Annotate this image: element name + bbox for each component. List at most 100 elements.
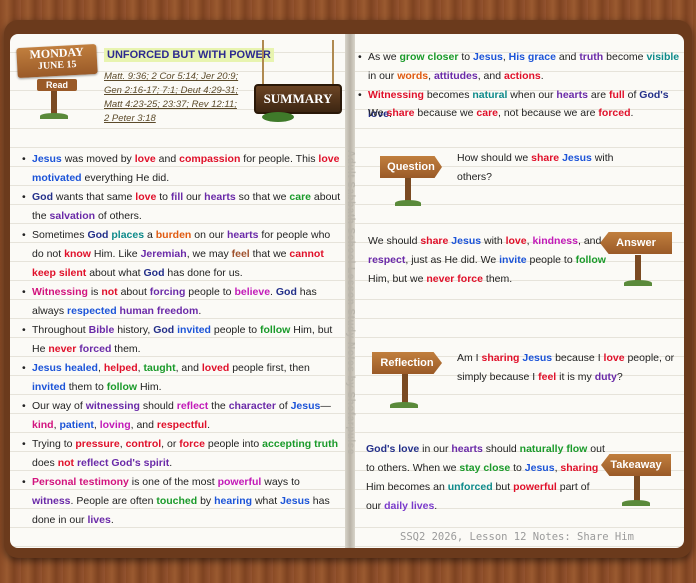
highlighted-word: never force xyxy=(426,273,483,285)
text-run: with xyxy=(481,235,506,247)
highlighted-word: force xyxy=(179,438,205,450)
highlighted-word: motivated xyxy=(32,172,82,184)
text-run: are xyxy=(587,89,609,101)
text-run: , and xyxy=(477,70,504,82)
highlighted-word: accepting truth xyxy=(262,438,339,450)
highlighted-word: feel xyxy=(538,371,557,383)
highlighted-word: human freedom xyxy=(119,305,199,317)
highlighted-word: His grace xyxy=(508,51,556,63)
text-run: . xyxy=(169,457,173,469)
highlighted-word: Jesus xyxy=(32,153,62,165)
text-run: them to xyxy=(65,381,107,393)
text-run: because I xyxy=(552,352,604,364)
reference-line[interactable]: Matt 4:23-25; 23:37; Rev 12:11; xyxy=(104,98,254,112)
answer-text: We should share Jesus with love, kindnes… xyxy=(368,232,608,289)
highlighted-word: Jesus xyxy=(451,235,482,247)
highlighted-word: believe xyxy=(234,286,271,298)
text-run: , and xyxy=(130,419,157,431)
highlighted-word: burden xyxy=(155,229,192,241)
sign-post xyxy=(635,255,641,283)
highlighted-word: God xyxy=(275,286,297,298)
highlighted-word: sharing xyxy=(481,352,520,364)
leaves-icon xyxy=(262,112,294,122)
read-button[interactable]: Read xyxy=(37,79,77,91)
text-run: them. xyxy=(482,273,513,285)
left-notes-list: Jesus was moved by love and compassion f… xyxy=(22,150,344,530)
text-run: Am I xyxy=(457,352,482,364)
text-run: , or xyxy=(161,438,180,450)
highlighted-word: powerful xyxy=(217,476,262,488)
text-run: should xyxy=(482,443,520,455)
highlighted-word: unforced xyxy=(447,481,493,493)
note-item: Jesus was moved by love and compassion f… xyxy=(22,150,344,188)
text-run: Him. xyxy=(137,381,162,393)
highlighted-word: forced xyxy=(79,343,112,355)
text-run: . xyxy=(207,419,211,431)
highlighted-word: helped xyxy=(103,362,138,374)
text-run: everything He did. xyxy=(81,172,170,184)
highlighted-word: touched xyxy=(156,495,198,507)
text-run: about xyxy=(117,286,150,298)
text-run: becomes xyxy=(423,89,473,101)
text-run: . xyxy=(540,70,544,82)
highlighted-word: hearts xyxy=(204,191,236,203)
text-run: . xyxy=(110,514,114,526)
text-run: in our xyxy=(419,443,452,455)
text-run: people to xyxy=(210,324,261,336)
reference-line[interactable]: Matt. 9:36; 2 Cor 5:14; Jer 20:9; xyxy=(104,70,254,84)
highlighted-word: stay close xyxy=(459,462,511,474)
highlighted-word: powerful xyxy=(513,481,557,493)
text-run: our xyxy=(183,191,205,203)
highlighted-word: not xyxy=(101,286,118,298)
highlighted-word: Personal testimony xyxy=(32,476,129,488)
text-run: , and xyxy=(577,235,602,247)
highlighted-word: reflect xyxy=(76,457,109,469)
highlighted-word: loved xyxy=(201,362,230,374)
text-run: that we xyxy=(249,248,290,260)
text-run: in our xyxy=(368,70,398,82)
text-run: history, xyxy=(114,324,154,336)
highlighted-word: reflect xyxy=(176,400,209,412)
text-run: what xyxy=(252,495,281,507)
reference-line[interactable]: 2 Peter 3:18 xyxy=(104,112,254,126)
text-run: , just as He did. We xyxy=(405,254,500,266)
highlighted-word: love xyxy=(318,153,340,165)
highlighted-word: invite xyxy=(499,254,527,266)
highlighted-word: care xyxy=(476,107,498,119)
date-sign: MONDAY JUNE 15 xyxy=(16,43,98,79)
lesson-footer: SSQ2 2026, Lesson 12 Notes: Share Him xyxy=(400,531,634,543)
highlighted-word: forced xyxy=(598,107,631,119)
grass-icon xyxy=(40,113,68,119)
highlighted-word: invited xyxy=(177,324,211,336)
highlighted-word: hearts xyxy=(556,89,588,101)
text-run: wants that same xyxy=(53,191,136,203)
highlighted-word: witnessing xyxy=(85,400,140,412)
sign-post xyxy=(634,475,640,503)
highlighted-word: love xyxy=(134,153,156,165)
rope xyxy=(332,40,334,90)
reference-line[interactable]: Gen 2:16-17; 7:1; Deut 4:29-31; xyxy=(104,84,254,98)
text-run: the xyxy=(208,400,229,412)
text-run: people first, then xyxy=(229,362,310,374)
text-run: We xyxy=(368,107,387,119)
highlighted-word: grow closer xyxy=(399,51,459,63)
highlighted-word: God xyxy=(143,267,165,279)
text-run: ? xyxy=(616,371,623,383)
text-run: should xyxy=(139,400,177,412)
highlighted-word: loving xyxy=(99,419,131,431)
highlighted-word: follow xyxy=(260,324,291,336)
highlighted-word: Jeremiah xyxy=(140,248,187,260)
text-run: of xyxy=(624,89,640,101)
text-run: We should xyxy=(368,235,421,247)
text-run: become xyxy=(603,51,647,63)
note-item: Trying to pressure, control, or force pe… xyxy=(22,435,344,473)
highlighted-word: Jesus xyxy=(524,462,555,474)
text-run: , we may xyxy=(186,248,232,260)
highlighted-word: invited xyxy=(32,381,66,393)
grass-icon xyxy=(622,500,650,506)
highlighted-word: Jesus xyxy=(562,152,592,164)
highlighted-word: Jesus xyxy=(473,51,503,63)
highlighted-word: God's spirit xyxy=(111,457,170,469)
text-run: was moved by xyxy=(61,153,135,165)
highlighted-word: love xyxy=(505,235,527,247)
